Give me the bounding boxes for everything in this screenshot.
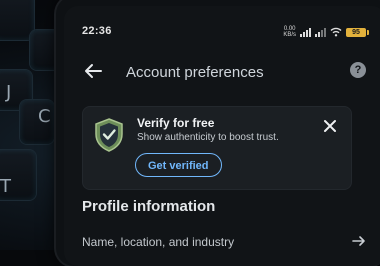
close-icon[interactable] [323,119,337,133]
status-time: 22:36 [82,25,112,37]
wifi-icon [330,27,342,37]
list-item[interactable]: Name, location, and industry [82,232,366,250]
page-title: Account preferences [126,64,264,81]
phone-screen: 22:36 0.00 KB/s 95 Account preferences ?… [64,6,380,266]
signal-icon [300,27,311,37]
help-circle-icon[interactable]: ? [350,62,366,78]
card-subtitle: Show authenticity to boost trust. [137,132,279,143]
arrow-right-icon [352,236,365,246]
phone: 22:36 0.00 KB/s 95 Account preferences ?… [56,0,380,266]
card-title: Verify for free [137,116,215,130]
keyboard-key [0,0,34,40]
keyboard-key-label: T [0,176,11,197]
status-bar: 22:36 0.00 KB/s 95 [82,24,369,40]
arrow-left-icon[interactable] [82,60,104,82]
get-verified-button[interactable]: Get verified [135,153,222,177]
battery-icon: 95 [346,27,369,37]
signal-icon [315,27,326,37]
status-icons: 0.00 KB/s 95 [283,24,369,40]
verify-card: Verify for free Show authenticity to boo… [82,106,352,190]
keyboard-key-label: J [6,82,12,103]
list-item-label: Name, location, and industry [82,235,235,249]
network-speed: 0.00 KB/s [283,26,296,38]
network-speed-unit: KB/s [283,32,296,38]
section-title: Profile information [82,198,216,215]
verified-shield-icon [95,118,123,152]
keyboard-key-label: C [38,106,51,127]
app-bar: Account preferences ? [82,58,366,86]
